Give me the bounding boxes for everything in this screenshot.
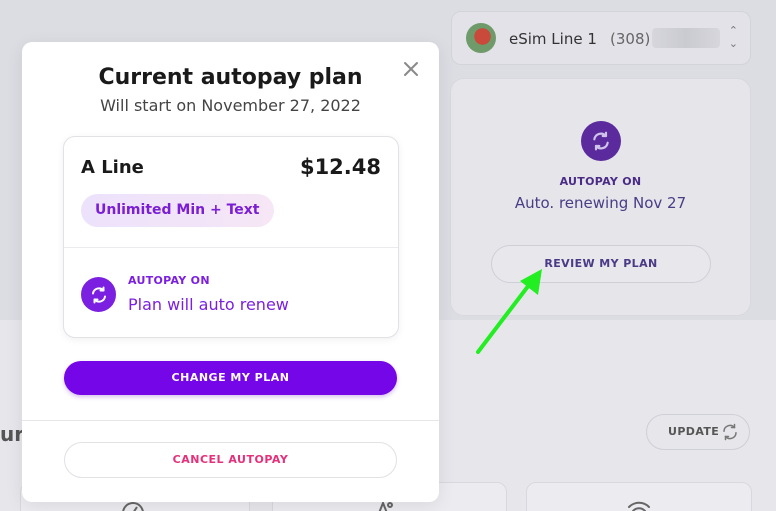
refresh-icon [723,423,737,441]
plan-divider [64,247,398,248]
update-label: UPDATE [668,425,720,438]
plan-price: $12.48 [299,155,381,179]
annotation-arrow [476,269,542,354]
plan-badge: Unlimited Min + Text [81,194,274,227]
chevron-updown-icon: ⌃ ⌄ [728,24,738,50]
change-my-plan-button[interactable]: CHANGE MY PLAN [64,361,397,395]
line-avatar [466,23,496,53]
autopay-sync-icon [581,121,621,161]
autopay-sync-icon [81,277,116,312]
feature-card-3[interactable] [526,482,752,511]
plan-name: A Line [81,157,144,178]
modal-divider [22,420,439,421]
wifi-icon [628,501,650,511]
update-button[interactable]: UPDATE [646,414,750,450]
line-name: eSim Line 1 [509,30,597,48]
status-subtitle: Auto. renewing Nov 27 [514,194,687,212]
autopay-plan-modal: Current autopay plan Will start on Novem… [22,42,439,502]
line-selector[interactable]: eSim Line 1 (308) ⌃ ⌄ [451,11,751,65]
partial-heading: ur [0,422,25,446]
plan-autopay-title: AUTOPAY ON [128,274,210,287]
modal-title: Current autopay plan [98,65,363,90]
line-number: (308) [610,30,651,48]
plan-autopay-subtitle: Plan will auto renew [128,295,289,314]
plan-card: A Line $12.48 Unlimited Min + Text AUTOP… [63,136,399,338]
status-title: AUTOPAY ON [559,175,642,188]
cancel-autopay-button[interactable]: CANCEL AUTOPAY [64,442,397,478]
modal-subtitle: Will start on November 27, 2022 [100,96,361,115]
line-number-redacted [652,28,720,48]
